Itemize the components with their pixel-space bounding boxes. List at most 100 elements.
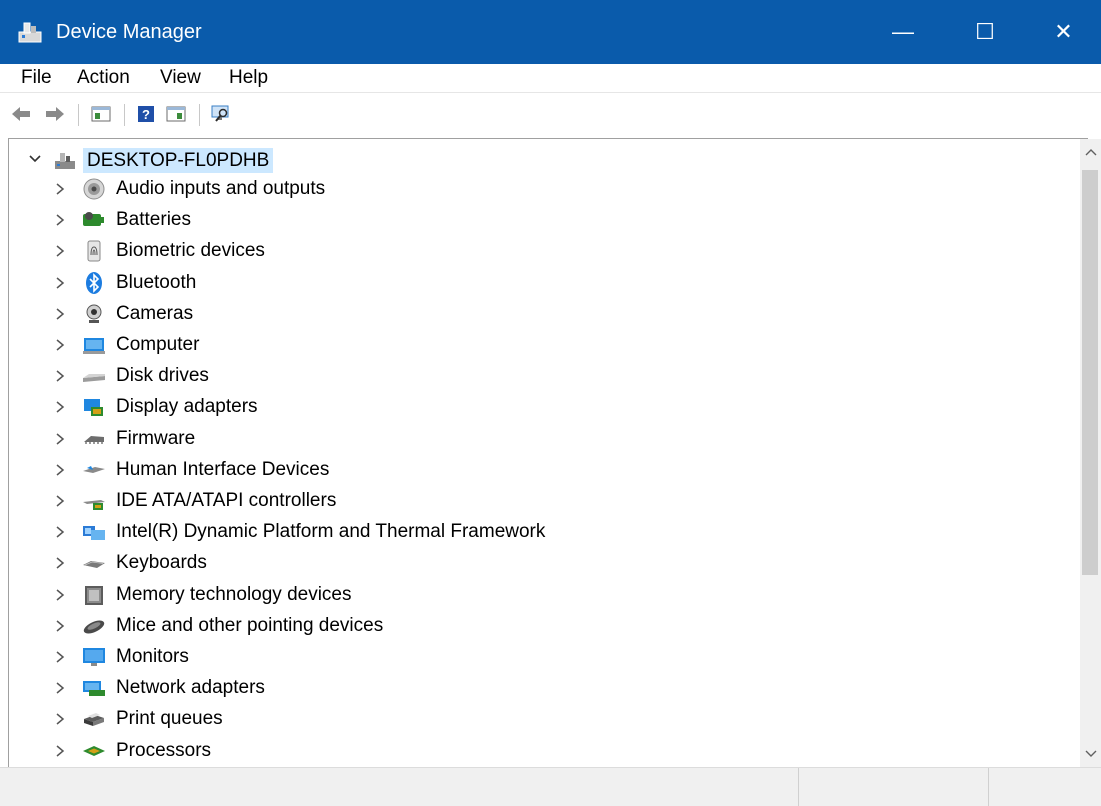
chevron-right-icon[interactable]	[54, 618, 66, 634]
chevron-right-icon[interactable]	[54, 212, 66, 228]
title-bar[interactable]: Device Manager — ☐ ✕	[0, 0, 1101, 64]
properties-pane-icon[interactable]	[165, 103, 187, 125]
tree-node-human-interface-devices[interactable]: Human Interface Devices	[9, 455, 1069, 485]
chevron-right-icon[interactable]	[54, 680, 66, 696]
help-icon[interactable]: ?	[135, 103, 157, 125]
tree-node-label: Monitors	[116, 646, 189, 667]
tree-node-mice-and-other-pointing-devices[interactable]: Mice and other pointing devices	[9, 611, 1069, 641]
chevron-right-icon[interactable]	[54, 431, 66, 447]
close-button[interactable]: ✕	[1026, 0, 1101, 64]
tree-root[interactable]: DESKTOP-FL0PDHB	[19, 148, 419, 174]
mouse-icon	[81, 614, 107, 638]
tree-node-cameras[interactable]: Cameras	[9, 299, 1069, 329]
tree-node-keyboards[interactable]: Keyboards	[9, 548, 1069, 578]
computer-icon	[81, 333, 107, 357]
chevron-right-icon[interactable]	[54, 399, 66, 415]
tree-node-audio-inputs-and-outputs[interactable]: Audio inputs and outputs	[9, 174, 1069, 204]
tree-node-label: Network adapters	[116, 677, 265, 698]
tree-node-memory-technology-devices[interactable]: Memory technology devices	[9, 580, 1069, 610]
tree-node-bluetooth[interactable]: Bluetooth	[9, 268, 1069, 298]
tree-node-firmware[interactable]: Firmware	[9, 424, 1069, 454]
chevron-right-icon[interactable]	[54, 462, 66, 478]
tree-node-label: Audio inputs and outputs	[116, 178, 326, 199]
scroll-down-arrow-icon[interactable]	[1080, 741, 1101, 767]
speaker-icon	[81, 177, 107, 201]
toolbar-separator	[78, 104, 79, 126]
status-pane	[798, 768, 989, 806]
tree-node-label: Disk drives	[116, 365, 209, 386]
menu-view[interactable]: View	[158, 66, 203, 90]
tree-node-label: Computer	[116, 334, 200, 355]
disk-drive-icon	[81, 364, 107, 388]
tree-node-display-adapters[interactable]: Display adapters	[9, 392, 1069, 422]
webcam-icon	[81, 302, 107, 326]
monitor-icon	[81, 645, 107, 669]
tree-node-print-queues[interactable]: Print queues	[9, 704, 1069, 734]
printer-icon	[81, 707, 107, 731]
network-adapter-icon	[81, 676, 107, 700]
tree-node-monitors[interactable]: Monitors	[9, 642, 1069, 672]
keyboard-icon	[81, 551, 107, 575]
menu-bar: File Action View Help	[0, 64, 1101, 93]
tree-node-label: Bluetooth	[116, 272, 197, 293]
tree-node-label: Cameras	[116, 303, 194, 324]
chevron-right-icon[interactable]	[54, 493, 66, 509]
fingerprint-icon	[81, 239, 107, 263]
chevron-right-icon[interactable]	[54, 181, 66, 197]
tree-node-computer[interactable]: Computer	[9, 330, 1069, 360]
tree-node-label: IDE ATA/ATAPI controllers	[116, 490, 337, 511]
status-bar	[0, 767, 1101, 806]
menu-file[interactable]: File	[19, 66, 54, 90]
back-arrow-icon[interactable]	[10, 103, 32, 125]
chevron-right-icon[interactable]	[54, 743, 66, 759]
chevron-down-icon[interactable]	[28, 152, 42, 166]
window-title: Device Manager	[56, 21, 202, 43]
show-hide-console-tree-icon[interactable]	[90, 103, 112, 125]
tree-node-label: Processors	[116, 740, 212, 761]
chevron-right-icon[interactable]	[54, 368, 66, 384]
vertical-scrollbar[interactable]	[1080, 139, 1101, 767]
minimize-button[interactable]: —	[862, 0, 944, 64]
tree-root-label[interactable]: DESKTOP-FL0PDHB	[83, 148, 274, 173]
tree-node-network-adapters[interactable]: Network adapters	[9, 673, 1069, 703]
chevron-right-icon[interactable]	[54, 555, 66, 571]
toolbar: ?	[0, 96, 1101, 132]
forward-arrow-icon[interactable]	[44, 103, 66, 125]
menu-action[interactable]: Action	[75, 66, 132, 90]
scroll-up-arrow-icon[interactable]	[1080, 139, 1101, 165]
thermal-framework-icon	[81, 520, 107, 544]
hid-icon	[81, 458, 107, 482]
chevron-right-icon[interactable]	[54, 243, 66, 259]
tree-node-label: Human Interface Devices	[116, 459, 330, 480]
chevron-right-icon[interactable]	[54, 275, 66, 291]
tree-node-ide-ata-atapi-controllers[interactable]: IDE ATA/ATAPI controllers	[9, 486, 1069, 516]
scan-hardware-icon[interactable]	[210, 103, 232, 125]
device-tree[interactable]: DESKTOP-FL0PDHB Audio inputs and outputs…	[8, 138, 1088, 768]
bluetooth-icon	[81, 271, 107, 295]
toolbar-separator	[199, 104, 200, 126]
computer-network-icon	[55, 153, 75, 169]
chevron-right-icon[interactable]	[54, 587, 66, 603]
svg-text:?: ?	[142, 107, 150, 122]
tree-node-biometric-devices[interactable]: Biometric devices	[9, 236, 1069, 266]
chevron-right-icon[interactable]	[54, 649, 66, 665]
chevron-right-icon[interactable]	[54, 524, 66, 540]
tree-node-batteries[interactable]: Batteries	[9, 205, 1069, 235]
chevron-right-icon[interactable]	[54, 306, 66, 322]
chevron-right-icon[interactable]	[54, 711, 66, 727]
tree-node-label: Firmware	[116, 428, 196, 449]
memory-device-icon	[81, 583, 107, 607]
chevron-right-icon[interactable]	[54, 337, 66, 353]
tree-node-disk-drives[interactable]: Disk drives	[9, 361, 1069, 391]
menu-help[interactable]: Help	[227, 66, 270, 90]
status-pane	[988, 768, 1101, 806]
tree-node-label: Print queues	[116, 708, 223, 729]
tree-node-label: Keyboards	[116, 552, 207, 573]
scrollbar-thumb[interactable]	[1082, 170, 1098, 575]
tree-node-intel-r-dynamic-platform-and-thermal-framework[interactable]: Intel(R) Dynamic Platform and Thermal Fr…	[9, 517, 1069, 547]
maximize-button[interactable]: ☐	[944, 0, 1026, 64]
device-manager-icon	[18, 22, 42, 43]
battery-icon	[81, 208, 107, 232]
tree-node-label: Intel(R) Dynamic Platform and Thermal Fr…	[116, 521, 546, 542]
tree-node-processors[interactable]: Processors	[9, 736, 1069, 766]
